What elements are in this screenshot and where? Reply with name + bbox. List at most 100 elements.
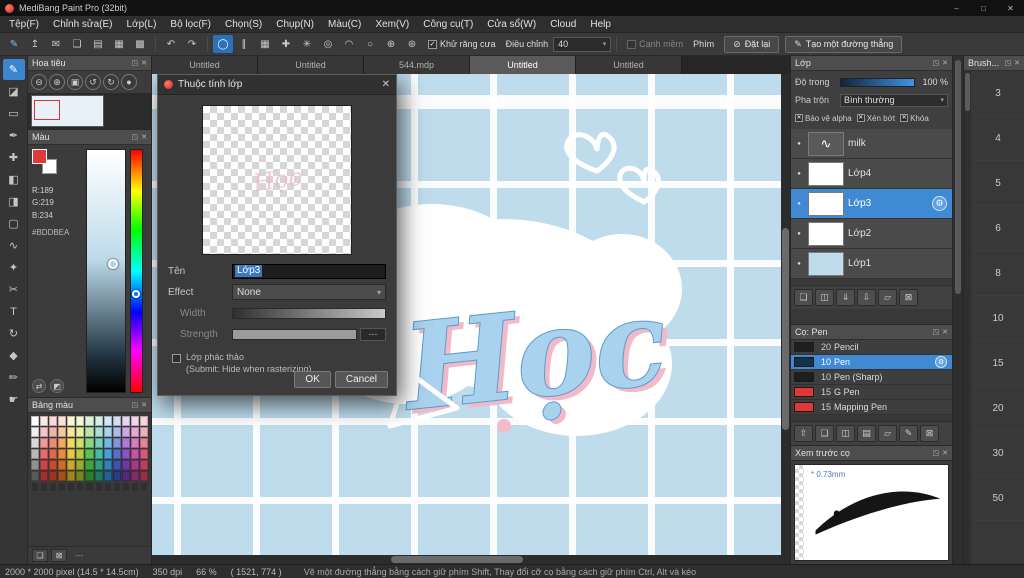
palette-swatch[interactable] [121,460,130,470]
dialog-close-icon[interactable]: ✕ [382,79,390,90]
palette-swatch[interactable] [130,438,139,448]
palette-swatch[interactable] [85,449,94,459]
value-slider[interactable] [86,149,126,393]
palette-swatch[interactable] [139,460,148,470]
snap-settings-icon[interactable]: ⊛ [402,35,422,53]
undo-icon[interactable]: ↶ [161,35,181,53]
layer-visibility-icon[interactable]: ● [794,141,804,147]
palette-swatch[interactable] [85,438,94,448]
palette-swatch[interactable] [130,460,139,470]
pencil-tool[interactable]: ✏ [3,367,25,388]
brush-size-item[interactable]: 6 [972,206,1024,251]
save-icon[interactable]: ▤ [88,35,108,53]
document-tab[interactable]: Untitled [576,56,682,74]
palette-swatch[interactable] [76,449,85,459]
brush-size-scrollbar[interactable] [964,71,971,564]
brush-row[interactable]: 15 G Pen [791,385,952,400]
snap-ellipse-icon[interactable]: ○ [360,35,380,53]
palette-swatch[interactable] [112,482,121,492]
upload-brush-icon[interactable]: ⇧ [794,425,813,442]
add-folder-icon[interactable]: ▱ [878,289,897,306]
close-panel-icon[interactable]: ✕ [141,133,147,141]
snap-add-icon[interactable]: ⊕ [381,35,401,53]
shape-brush-tool[interactable]: ▭ [3,103,25,124]
palette-swatch[interactable] [58,471,67,481]
brush-size-item[interactable]: 4 [972,116,1024,161]
menu-item[interactable]: Bộ lọc(F) [163,16,218,33]
palette-swatch[interactable] [67,438,76,448]
brush-size-item[interactable]: 50 [972,476,1024,521]
panel-scrollbar[interactable] [952,56,963,564]
lasso-tool[interactable]: ∿ [3,235,25,256]
menu-item[interactable]: Công cụ(T) [416,16,480,33]
menu-item[interactable]: Chỉnh sửa(E) [46,16,120,33]
value-cursor[interactable] [107,258,118,269]
menu-item[interactable]: Tệp(F) [2,16,46,33]
palette-swatch[interactable] [76,482,85,492]
palette-swatch[interactable] [130,416,139,426]
palette-swatch[interactable] [139,449,148,459]
ok-button[interactable]: OK [294,371,331,388]
text-tool[interactable]: T [3,301,25,322]
create-line-button[interactable]: ✎ Tạo một đường thẳng [785,35,903,53]
brush-tool[interactable]: ✎ [2,59,25,80]
effect-dropdown[interactable]: None ▾ [232,284,386,300]
palette-swatch[interactable] [67,449,76,459]
palette-swatch[interactable] [49,460,58,470]
select-pen-tool[interactable]: ✂ [3,279,25,300]
snap-radial-icon[interactable]: ✳ [297,35,317,53]
brush-size-item[interactable]: 3 [972,71,1024,116]
palette-swatch[interactable] [58,416,67,426]
palette-swatch[interactable] [112,471,121,481]
lock-checkbox[interactable]: ✕ Khóa [900,114,929,123]
layer-name-input[interactable]: Lớp3 [232,263,386,279]
delete-layer-icon[interactable]: ⊠ [899,289,918,306]
canvas-h-scrollbar[interactable] [152,555,781,564]
zoom-out-icon[interactable]: ⊖ [31,74,47,90]
redo-icon[interactable]: ↷ [182,35,202,53]
snap-parallel-icon[interactable]: ∥ [234,35,254,53]
palette-swatch[interactable] [139,427,148,437]
palette-swatch[interactable] [85,427,94,437]
select-tool[interactable]: ▢ [3,213,25,234]
brush-row[interactable]: 10 Pen (Sharp) [791,370,952,385]
snap-off-icon[interactable]: ◯ [213,35,233,53]
brush-size-item[interactable]: 20 [972,386,1024,431]
palette-swatch[interactable] [76,438,85,448]
palette-swatch[interactable] [49,427,58,437]
panel-scrollbar-thumb[interactable] [955,60,961,294]
palette-swatch[interactable] [121,427,130,437]
palette-swatch[interactable] [67,482,76,492]
palette-swatch[interactable] [67,471,76,481]
document-tab[interactable]: 544.mdp [364,56,470,74]
palette-swatch[interactable] [85,482,94,492]
palette-swatch[interactable] [121,482,130,492]
palette-swatch[interactable] [58,482,67,492]
palette-swatch[interactable] [40,482,49,492]
eraser-tool[interactable]: ◪ [3,81,25,102]
move-tool[interactable]: ✚ [3,147,25,168]
palette-swatch[interactable] [103,449,112,459]
palette-swatch[interactable] [139,438,148,448]
snap-cross-icon[interactable]: ✚ [276,35,296,53]
palette-swatch[interactable] [103,471,112,481]
delete-brush-icon[interactable]: ⊠ [920,425,939,442]
palette-swatch[interactable] [58,427,67,437]
document-tab[interactable]: Untitled [258,56,364,74]
menu-item[interactable]: Cloud [543,16,583,33]
menu-item[interactable]: Chọn(S) [218,16,269,33]
float-panel-icon[interactable]: ◳ [933,328,940,336]
palette-swatch[interactable] [49,482,58,492]
eyedropper-tool[interactable]: ◆ [3,345,25,366]
close-panel-icon[interactable]: ✕ [942,328,948,336]
close-button[interactable]: ✕ [997,0,1024,16]
float-panel-icon[interactable]: ◳ [933,449,940,457]
brush-row[interactable]: 20 Pencil [791,340,952,355]
adjust-dropdown[interactable]: 40 ▾ [553,36,612,52]
merge-down-icon[interactable]: ⇓ [836,289,855,306]
reset-view-icon[interactable]: ● [121,74,137,90]
brush-size-item[interactable]: 30 [972,431,1024,476]
grid-large-icon[interactable]: ▩ [130,35,150,53]
hand-tool[interactable]: ☛ [3,389,25,410]
palette-swatch[interactable] [94,482,103,492]
